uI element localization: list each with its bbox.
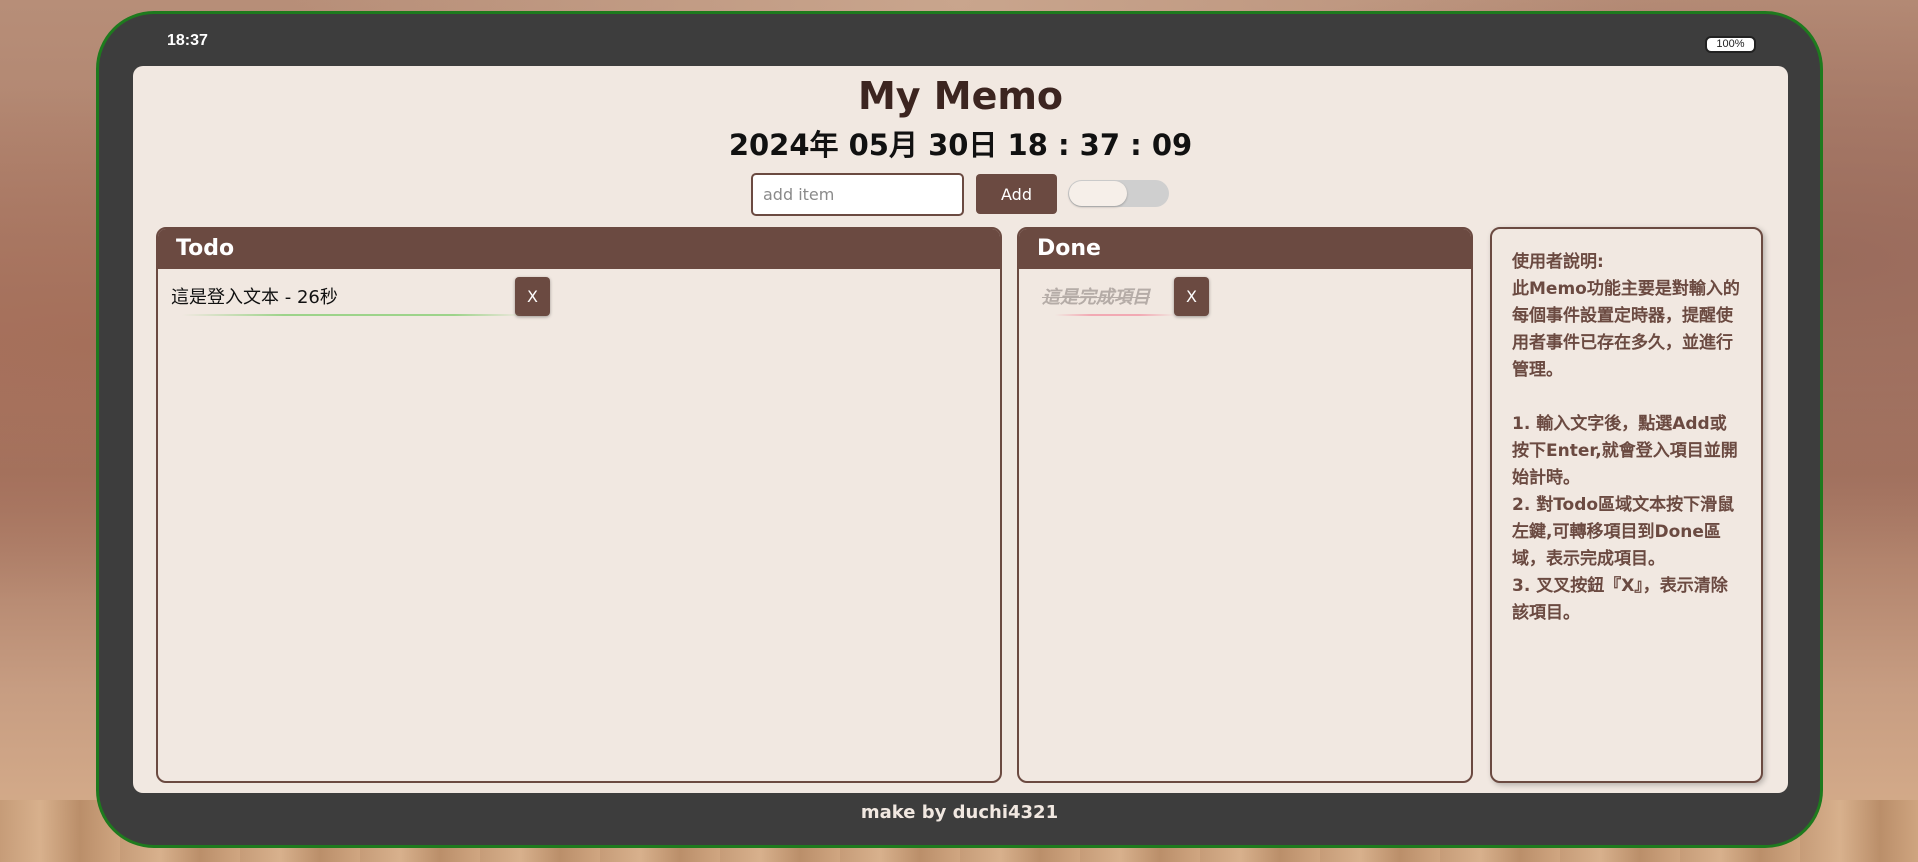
- done-item: 這是完成項目 X: [1019, 277, 1471, 317]
- todo-header: Todo: [158, 229, 1000, 269]
- toggle-knob: [1069, 181, 1127, 206]
- done-item-bar: [1055, 314, 1175, 316]
- todo-item-text[interactable]: 這是登入文本 - 26秒: [171, 283, 338, 309]
- todo-panel: Todo 這是登入文本 - 26秒 X: [156, 227, 1002, 783]
- done-header: Done: [1019, 229, 1471, 269]
- todo-item-timer-bar: [182, 314, 522, 316]
- theme-toggle[interactable]: [1068, 180, 1169, 207]
- delete-done-item-button[interactable]: X: [1174, 277, 1209, 316]
- device-frame: 18:37 100% My Memo 2024年 05月 30日 18 : 37…: [96, 11, 1823, 848]
- done-item-text: 這是完成項目: [1042, 287, 1150, 308]
- page-title: My Memo: [857, 74, 1064, 118]
- add-item-input[interactable]: [751, 173, 964, 216]
- help-panel: 使用者說明: 此Memo功能主要是對輸入的每個事件設置定時器，提醒使用者事件已存…: [1490, 227, 1763, 783]
- status-time: 18:37: [167, 32, 208, 49]
- help-text: 使用者說明: 此Memo功能主要是對輸入的每個事件設置定時器，提醒使用者事件已存…: [1512, 252, 1740, 623]
- done-panel: Done 這是完成項目 X: [1017, 227, 1473, 783]
- delete-todo-item-button[interactable]: X: [515, 277, 550, 316]
- footer-credit: make by duchi4321: [860, 802, 1059, 823]
- todo-item[interactable]: 這是登入文本 - 26秒 X: [158, 277, 1000, 317]
- app-screen: My Memo 2024年 05月 30日 18 : 37 : 09 Add T…: [133, 66, 1788, 793]
- date-time-clock: 2024年 05月 30日 18 : 37 : 09: [728, 128, 1193, 162]
- add-button[interactable]: Add: [976, 174, 1057, 214]
- battery-indicator: 100%: [1705, 36, 1756, 53]
